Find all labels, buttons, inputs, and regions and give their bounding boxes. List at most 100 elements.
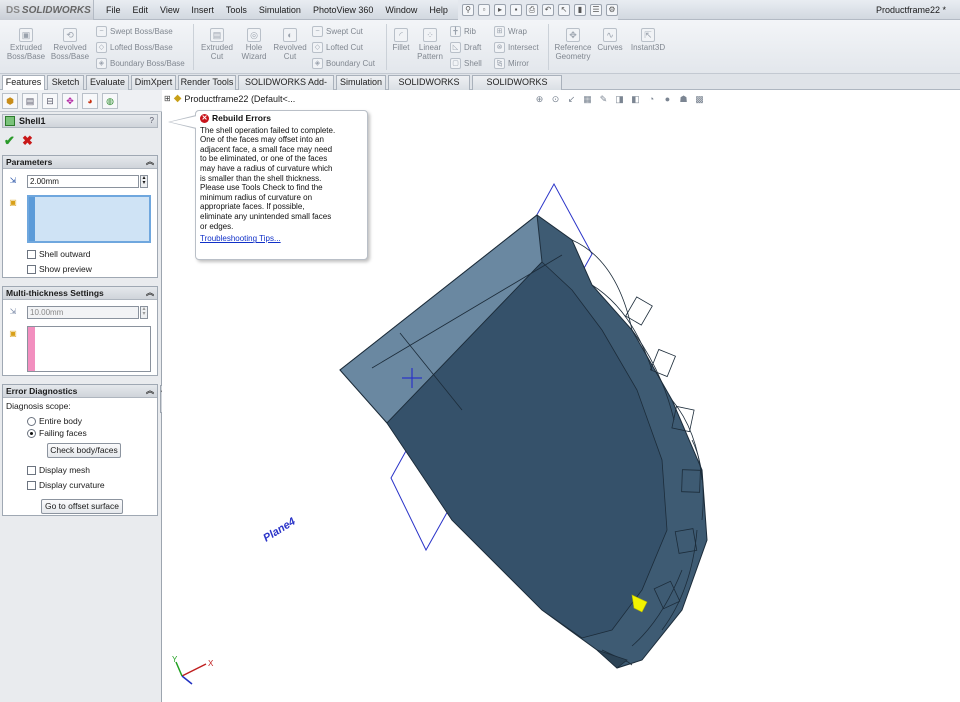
wrap-button[interactable]: ⊞ Wrap xyxy=(494,24,527,38)
shell-outward-checkbox[interactable]: Shell outward xyxy=(27,249,91,260)
display-mesh-box[interactable] xyxy=(27,466,36,476)
multi-thickness-header[interactable]: Multi-thickness Settings ︽ xyxy=(3,287,157,300)
options-icon[interactable]: ⚙ xyxy=(606,4,618,16)
entire-body-radio-dot[interactable] xyxy=(27,417,36,427)
collapse-chevron-icon[interactable]: ︽ xyxy=(146,385,154,397)
curves-button[interactable]: ∿ Curves xyxy=(596,28,624,52)
property-manager-icon[interactable]: ▤ xyxy=(22,92,38,109)
print-icon[interactable]: ⎙ xyxy=(526,4,538,16)
new-document-icon[interactable]: ▫ xyxy=(478,4,490,16)
tab-solidworks-plastics[interactable]: SOLIDWORKS Plastics xyxy=(472,75,562,100)
multi-thickness-spinner[interactable]: ▴ ▾ xyxy=(140,306,148,319)
fillet-button[interactable]: ◜ Fillet xyxy=(390,28,412,52)
thickness-input[interactable]: 2.00mm xyxy=(27,175,139,188)
extruded-boss-button[interactable]: ▣ Extruded Boss/Base xyxy=(6,28,46,61)
cancel-x-icon[interactable]: ✖ xyxy=(22,133,33,149)
failing-faces-radio-dot[interactable] xyxy=(27,429,36,439)
entire-body-radio[interactable]: Entire body xyxy=(27,416,82,427)
tab-solidworks-mbd[interactable]: SOLIDWORKS MBD xyxy=(388,75,470,100)
menu-window[interactable]: Window xyxy=(379,0,423,20)
tab-sketch[interactable]: Sketch xyxy=(47,75,84,90)
menu-view[interactable]: View xyxy=(154,0,185,20)
collapse-chevron-icon[interactable]: ︽ xyxy=(146,287,154,299)
menu-simulation[interactable]: Simulation xyxy=(253,0,307,20)
menu-help[interactable]: Help xyxy=(423,0,454,20)
thickness-spinner[interactable]: ▴ ▾ xyxy=(140,175,148,188)
reference-geometry-label: Reference Geometry xyxy=(554,43,592,61)
rib-button[interactable]: ╋ Rib xyxy=(450,24,476,38)
faces-to-remove-icon: ▣ xyxy=(9,198,17,207)
mirror-icon: ⧎ xyxy=(494,57,505,69)
show-preview-box[interactable] xyxy=(27,265,36,275)
display-mesh-checkbox[interactable]: Display mesh xyxy=(27,465,90,476)
collapse-chevron-icon[interactable]: ︽ xyxy=(146,156,154,168)
extruded-cut-button[interactable]: ▤ Extruded Cut xyxy=(198,28,236,61)
revolved-cut-icon: ◐ xyxy=(283,28,297,42)
check-body-faces-button[interactable]: Check body/faces xyxy=(47,443,121,458)
dimxpert-manager-icon[interactable]: ✥ xyxy=(62,92,78,109)
tab-evaluate[interactable]: Evaluate xyxy=(86,75,129,90)
menu-tools[interactable]: Tools xyxy=(220,0,253,20)
display-manager-icon[interactable]: ◕ xyxy=(82,92,98,109)
boundary-boss-button[interactable]: ◈ Boundary Boss/Base xyxy=(96,56,185,70)
rebuild-errors-header: ✕ Rebuild Errors xyxy=(200,113,363,124)
swept-boss-icon: ~ xyxy=(96,25,107,37)
mirror-button[interactable]: ⧎ Mirror xyxy=(494,56,529,70)
configuration-manager-icon[interactable]: ⊟ xyxy=(42,92,58,109)
swept-boss-button[interactable]: ~ Swept Boss/Base xyxy=(96,24,173,38)
file-properties-icon[interactable]: ☰ xyxy=(590,4,602,16)
shelled-part-body[interactable] xyxy=(339,214,708,669)
reference-geometry-button[interactable]: ✥ Reference Geometry xyxy=(552,28,594,61)
tab-solidworks-add-ins[interactable]: SOLIDWORKS Add-Ins xyxy=(238,75,334,100)
revolved-cut-button[interactable]: ◐ Revolved Cut xyxy=(272,28,308,61)
appearance-manager-icon[interactable]: ◍ xyxy=(102,92,118,109)
extruded-boss-icon: ▣ xyxy=(19,28,33,42)
linear-pattern-button[interactable]: ⁘ Linear Pattern xyxy=(414,28,446,61)
menu-photoview[interactable]: PhotoView 360 xyxy=(307,0,379,20)
help-icon[interactable]: ? xyxy=(150,115,154,127)
multi-thickness-input[interactable]: 10.00mm xyxy=(27,306,139,319)
tab-render-tools[interactable]: Render Tools xyxy=(178,75,236,90)
tab-features[interactable]: Features xyxy=(2,75,45,91)
error-diagnostics-header[interactable]: Error Diagnostics ︽ xyxy=(3,385,157,398)
menu-insert[interactable]: Insert xyxy=(185,0,220,20)
go-to-offset-surface-button[interactable]: Go to offset surface xyxy=(41,499,123,514)
tab-simulation[interactable]: Simulation xyxy=(336,75,386,90)
menu-file[interactable]: File xyxy=(100,0,127,20)
select-icon[interactable]: ↖ xyxy=(558,4,570,16)
swept-cut-button[interactable]: ~ Swept Cut xyxy=(312,24,363,38)
lofted-boss-button[interactable]: ◇ Lofted Boss/Base xyxy=(96,40,173,54)
faces-to-remove-list[interactable] xyxy=(27,195,151,243)
shell-button[interactable]: ▢ Shell xyxy=(450,56,482,70)
shell-outward-box[interactable] xyxy=(27,250,36,260)
open-icon[interactable]: ▸ xyxy=(494,4,506,16)
failing-faces-radio[interactable]: Failing faces xyxy=(27,428,87,439)
revolved-boss-button[interactable]: ⟲ Revolved Boss/Base xyxy=(50,28,90,61)
rebuild-icon[interactable]: ▮ xyxy=(574,4,586,16)
multi-thickness-faces-list[interactable] xyxy=(27,326,151,372)
display-curvature-box[interactable] xyxy=(27,481,36,491)
boundary-cut-button[interactable]: ◈ Boundary Cut xyxy=(312,56,375,70)
parameters-header[interactable]: Parameters ︽ xyxy=(3,156,157,169)
lofted-cut-button[interactable]: ◇ Lofted Cut xyxy=(312,40,363,54)
instant3d-button[interactable]: ⇱ Instant3D xyxy=(628,28,668,52)
logo-text: SOLIDWORKS xyxy=(21,4,91,16)
menu-edit[interactable]: Edit xyxy=(127,0,155,20)
solidworks-logo[interactable]: DS SOLIDWORKS xyxy=(0,0,94,20)
display-curvature-checkbox[interactable]: Display curvature xyxy=(27,480,105,491)
failing-faces-label: Failing faces xyxy=(39,428,87,438)
curves-icon: ∿ xyxy=(603,28,617,42)
tab-dimxpert[interactable]: DimXpert xyxy=(131,75,176,90)
hole-wizard-button[interactable]: ◎ Hole Wizard xyxy=(238,28,270,61)
pin-icon[interactable]: ⚲ xyxy=(462,4,474,16)
show-preview-checkbox[interactable]: Show preview xyxy=(27,264,92,275)
ok-check-icon[interactable]: ✔ xyxy=(4,133,15,149)
feature-manager-icon[interactable]: ⬢ xyxy=(2,92,18,109)
intersect-button[interactable]: ⊗ Intersect xyxy=(494,40,539,54)
draft-button[interactable]: ◺ Draft xyxy=(450,40,481,54)
save-icon[interactable]: ▪ xyxy=(510,4,522,16)
undo-icon[interactable]: ↶ xyxy=(542,4,554,16)
troubleshooting-tips-link[interactable]: Troubleshooting Tips... xyxy=(200,234,281,243)
show-preview-label: Show preview xyxy=(39,264,92,274)
selection-color-bar xyxy=(28,327,35,371)
